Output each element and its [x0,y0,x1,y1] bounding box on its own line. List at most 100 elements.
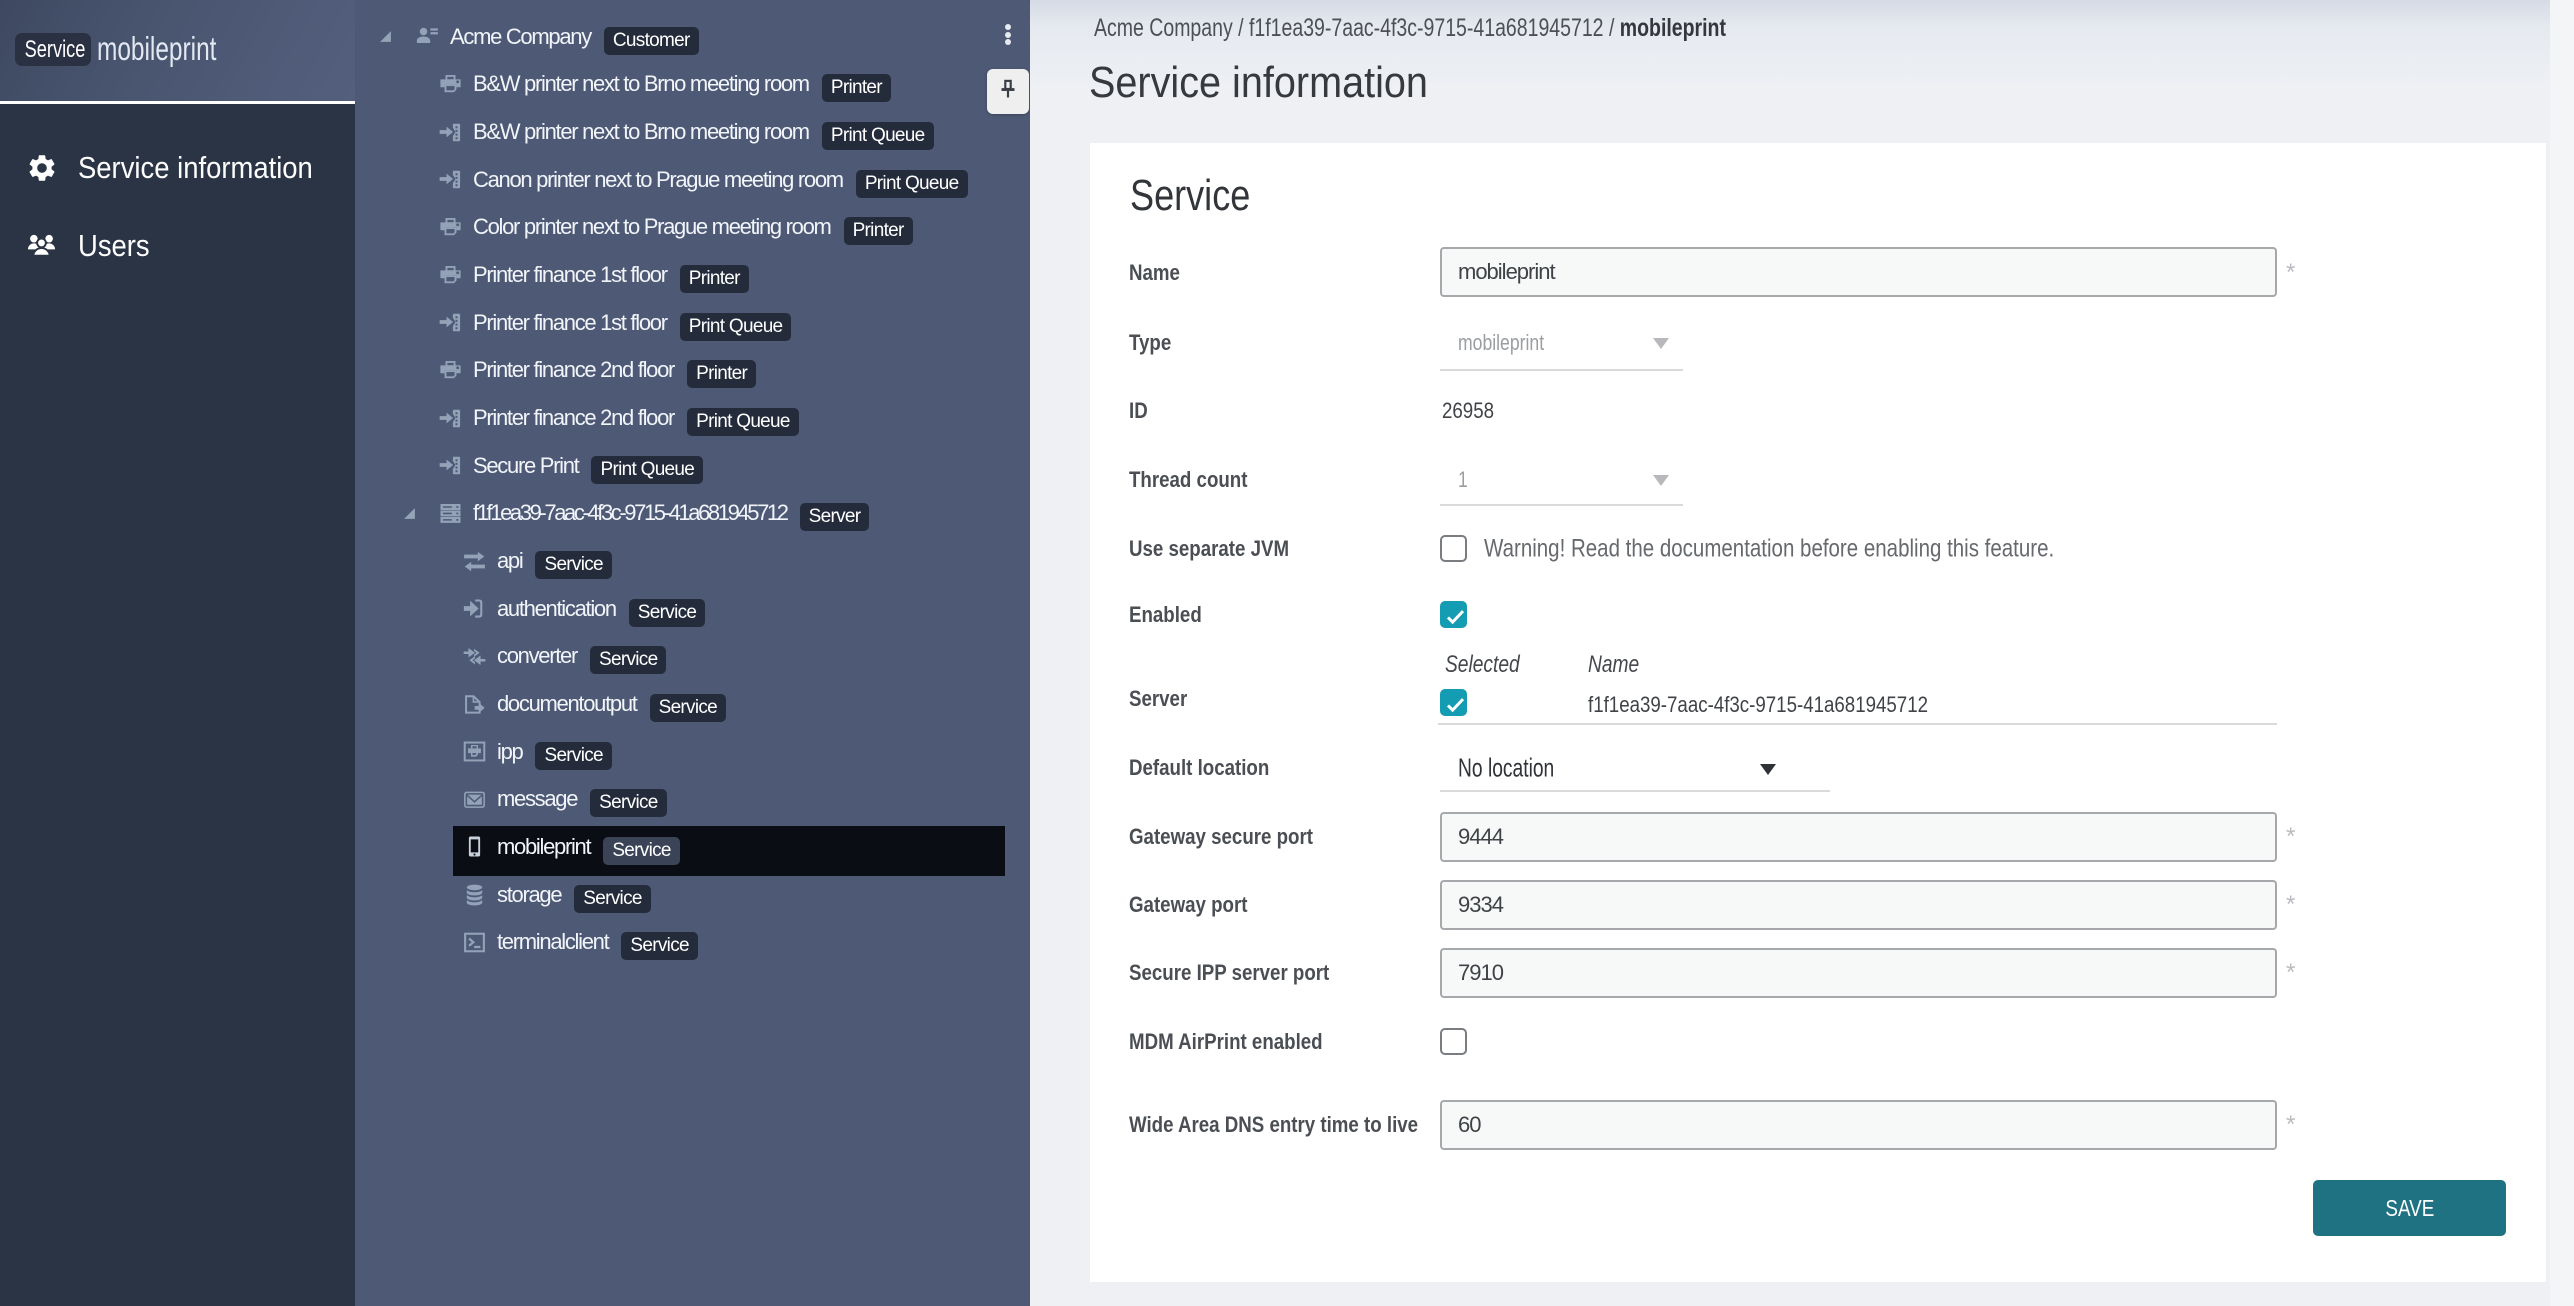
tree-node-badge: Service [590,646,666,674]
name-required-asterisk: * [2286,259,2295,287]
tree-node-label: api [497,548,522,574]
scrollbar-track[interactable] [2550,0,2574,1306]
server-label: Server [1129,686,1187,712]
tree-node-api[interactable]: apiService [355,537,1030,585]
print-queue-icon [438,120,463,145]
secure-ipp-port-label: Secure IPP server port [1129,960,1329,986]
tree-node-label: B&W printer next to Brno meeting room [473,71,809,97]
tree-node-b-w-printer-next-to-brno-meeting-room[interactable]: B&W printer next to Brno meeting roomPri… [355,61,1030,109]
tree-node-badge: Customer [604,27,699,55]
jvm-label: Use separate JVM [1129,536,1289,562]
sidebar-header: Service mobileprint [0,0,355,101]
tree-node-label: Printer finance 2nd floor [473,357,674,383]
breadcrumb-current: mobileprint [1620,14,1726,42]
card-heading: Service [1130,170,1250,222]
server-checkbox[interactable] [1440,689,1467,716]
name-input[interactable] [1440,247,2277,297]
thread-count-select-underline [1440,504,1683,506]
sidebar-item-label: Service information [78,150,313,186]
tree-node-label: Printer finance 2nd floor [473,405,674,431]
tree-node-message[interactable]: messageService [355,776,1030,824]
message-icon [462,787,487,812]
server-name-value: f1f1ea39-7aac-4f3c-9715-41a681945712 [1588,692,1928,718]
kebab-dot [1005,24,1011,30]
tree-node-printer-finance-2nd-floor[interactable]: Printer finance 2nd floorPrinter [355,347,1030,395]
breadcrumb-server[interactable]: f1f1ea39-7aac-4f3c-9715-41a681945712 [1249,14,1604,42]
sidebar-menu: Service information Users [0,104,355,285]
tree-node-badge: Server [800,503,870,531]
tree-node-acme-company[interactable]: Acme CompanyCustomer [355,13,1030,61]
tree-node-color-printer-next-to-prague-meeting-roo[interactable]: Color printer next to Prague meeting roo… [355,204,1030,252]
customer-icon [415,24,440,49]
page-title: Service information [1089,57,1428,109]
server-icon [438,501,463,526]
jvm-warning-text: Warning! Read the documentation before e… [1484,535,2054,564]
thread-count-select-arrow-icon [1653,475,1669,486]
secure-ipp-port-input[interactable] [1440,948,2277,998]
thread-count-label: Thread count [1129,467,1247,493]
default-location-value: No location [1458,753,1554,784]
tree-node-ipp[interactable]: ippService [355,728,1030,776]
tree-node-documentoutput[interactable]: documentoutputService [355,680,1030,728]
tree-node-badge: Print Queue [591,456,703,484]
kebab-dot [1005,39,1011,45]
expander-icon[interactable] [403,507,416,520]
pin-icon [995,76,1021,107]
printer-icon [438,358,463,383]
tree-node-printer-finance-1st-floor[interactable]: Printer finance 1st floor Printer [355,251,1030,299]
tree-node-storage[interactable]: storageService [355,871,1030,919]
service-name-title: mobileprint [97,29,216,69]
tree-node-secure-print[interactable]: Secure PrintPrint Queue [355,442,1030,490]
tree-node-label: Printer finance 1st floor [473,262,667,288]
tree-node-authentication[interactable]: authenticationService [355,585,1030,633]
tree: Acme CompanyCustomerB&W printer next to … [355,13,1030,966]
sidebar-item-label: Users [78,228,150,264]
print-queue-icon [438,453,463,478]
thread-count-select-value: 1 [1458,467,1468,493]
tree-node-label: Printer finance 1st floor [473,310,667,336]
pin-button[interactable] [987,69,1029,114]
breadcrumb-customer[interactable]: Acme Company [1094,14,1233,42]
mdm-airprint-checkbox[interactable] [1440,1028,1467,1055]
ipp-icon [462,739,487,764]
tree-node-badge: Service [629,599,705,627]
jvm-checkbox[interactable] [1440,535,1467,562]
tree-node-badge: Print Queue [856,170,968,198]
tree-node-b-w-printer-next-to-brno-meeting-room[interactable]: B&W printer next to Brno meeting roomPri… [355,108,1030,156]
tree-node-f1f1ea39-7aac-4f3c-9715-41a681945712[interactable]: f1f1ea39-7aac-4f3c-9715-41a681945712Serv… [355,490,1030,538]
tree-node-terminalclient[interactable]: terminalclientService [355,918,1030,966]
tree-node-label: B&W printer next to Brno meeting room [473,119,809,145]
save-button[interactable]: SAVE [2313,1180,2506,1236]
tree-node-badge: Service [603,837,679,865]
wide-area-dns-input[interactable] [1440,1100,2277,1150]
tree-node-label: documentoutput [497,691,637,717]
id-value: 26958 [1442,398,1494,424]
default-location-underline [1440,790,1830,792]
tree-node-badge: Printer [680,265,749,293]
storage-icon [462,882,487,907]
expander-icon[interactable] [379,30,392,43]
printer-icon [438,263,463,288]
sidebar-item-users[interactable]: Users [0,207,355,285]
kebab-menu-icon[interactable] [1005,24,1011,46]
secure-ipp-port-asterisk: * [2286,959,2295,987]
main-content: Acme Company / f1f1ea39-7aac-4f3c-9715-4… [1030,0,2574,1306]
gateway-secure-port-input[interactable] [1440,812,2277,862]
print-queue-icon [438,167,463,192]
tree-node-label: converter [497,643,577,669]
gateway-port-input[interactable] [1440,880,2277,930]
tree-panel: Acme CompanyCustomerB&W printer next to … [355,0,1030,1306]
print-queue-icon [438,310,463,335]
tree-node-mobileprint[interactable]: mobileprintService [355,823,1030,871]
sidebar-item-service-information[interactable]: Service information [0,129,355,207]
tree-node-canon-printer-next-to-prague-meeting-roo[interactable]: Canon printer next to Prague meeting roo… [355,156,1030,204]
tree-node-printer-finance-2nd-floor[interactable]: Printer finance 2nd floorPrint Queue [355,394,1030,442]
tree-node-badge: Print Queue [680,313,792,341]
type-label: Type [1129,330,1171,356]
print-queue-icon [438,406,463,431]
tree-node-printer-finance-1st-floor[interactable]: Printer finance 1st floor Print Queue [355,299,1030,347]
tree-node-converter[interactable]: converter Service [355,633,1030,681]
enabled-checkbox[interactable] [1440,601,1467,628]
printer-icon [438,215,463,240]
printer-icon [438,72,463,97]
